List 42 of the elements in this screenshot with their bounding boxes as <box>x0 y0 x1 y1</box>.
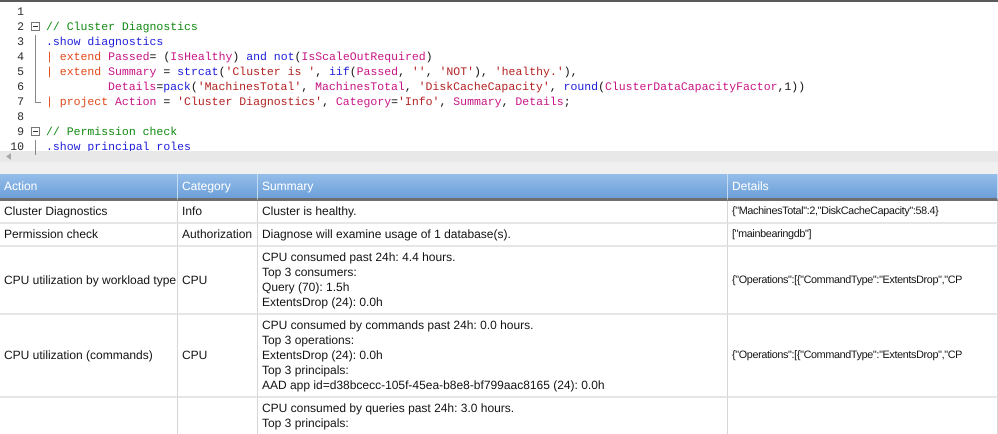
line-number: 4 <box>16 51 24 64</box>
horizontal-scrollbar[interactable] <box>0 151 998 162</box>
column-header[interactable]: Details <box>728 174 998 201</box>
table-cell-text: Info <box>182 204 204 219</box>
line-number: 5 <box>16 66 24 79</box>
code-line: .show principal roles <box>46 141 191 154</box>
table-cell-text: CPU consumed past 24h: 4.4 hours. Top 3 consumers: Query (70): 1.5h ExtentsDrop (24): 0.0h <box>262 250 456 310</box>
table-cell-text: CPU consumed by queries past 24h: 3.0 hours. Top 3 principals: <box>262 401 516 431</box>
table-cell-text: Cluster Diagnostics <box>4 204 108 219</box>
table-cell-text: Permission check <box>4 227 100 242</box>
line-number: 9 <box>16 126 24 139</box>
line-number: 2 <box>16 21 24 34</box>
table-cell-text: {"Operations":[{"CommandType":"ExtentsDrop","CP <box>732 272 964 288</box>
code-line: .show diagnostics <box>46 36 164 49</box>
table-cell-text: {"Operations":[{"CommandType":"ExtentsDrop","CP <box>732 348 964 363</box>
line-number: 8 <box>16 111 24 124</box>
collapse-icon[interactable] <box>31 127 40 136</box>
table-cell-text: CPU <box>182 272 208 288</box>
code-line: | project Action = 'Cluster Diagnostics', Category='Info', Summary, Details; <box>46 96 571 109</box>
table-cell-text: Diagnose will examine usage of 1 database(s). <box>262 227 512 242</box>
line-number: 3 <box>16 36 24 49</box>
column-header[interactable]: Action <box>0 174 178 201</box>
collapse-icon[interactable] <box>31 22 40 31</box>
table-cell: CPU utilization by workload type <box>4 272 173 288</box>
code-line: // Permission check <box>46 126 178 139</box>
table-cell-text: CPU utilization (commands) <box>4 348 154 363</box>
column-header[interactable]: Summary <box>258 174 728 201</box>
column-header[interactable]: Category <box>178 174 258 201</box>
line-number: 10 <box>9 141 24 154</box>
code-line: | extend Passed= (IsHealthy) and not(IsScaleOutRequired) <box>46 51 433 64</box>
line-number: 1 <box>16 6 24 19</box>
table-cell-text: Cluster is healthy. <box>262 204 358 219</box>
table-cell: Authorization <box>182 227 253 242</box>
code-line: // Cluster Diagnostics <box>46 21 198 34</box>
table-cell-text: CPU <box>182 348 208 363</box>
line-number: 7 <box>16 96 24 109</box>
table-cell-text: {"MachinesTotal":2,"DiskCacheCapacity":58.4} <box>732 204 940 219</box>
table-cell-text: ["mainbearingdb"] <box>732 227 812 242</box>
code-line: | extend Summary = strcat('Cluster is ', iif(Passed, '', 'NOT'), 'healthy.'), <box>46 66 578 79</box>
table-cell-text: CPU consumed by commands past 24h: 0.0 hours. Top 3 operations: ExtentsDrop (24): 0.0h Top 3 principals: AAD app id=d38bcecc-105f-45ea-b8e8-bf799aac8165 (24): 0.0h <box>262 318 606 393</box>
code-line: Details=pack('MachinesTotal', MachinesTotal, 'DiskCacheCapacity', round(ClusterDataCapacityFactor,1)) <box>108 81 806 94</box>
line-number: 6 <box>16 81 24 94</box>
